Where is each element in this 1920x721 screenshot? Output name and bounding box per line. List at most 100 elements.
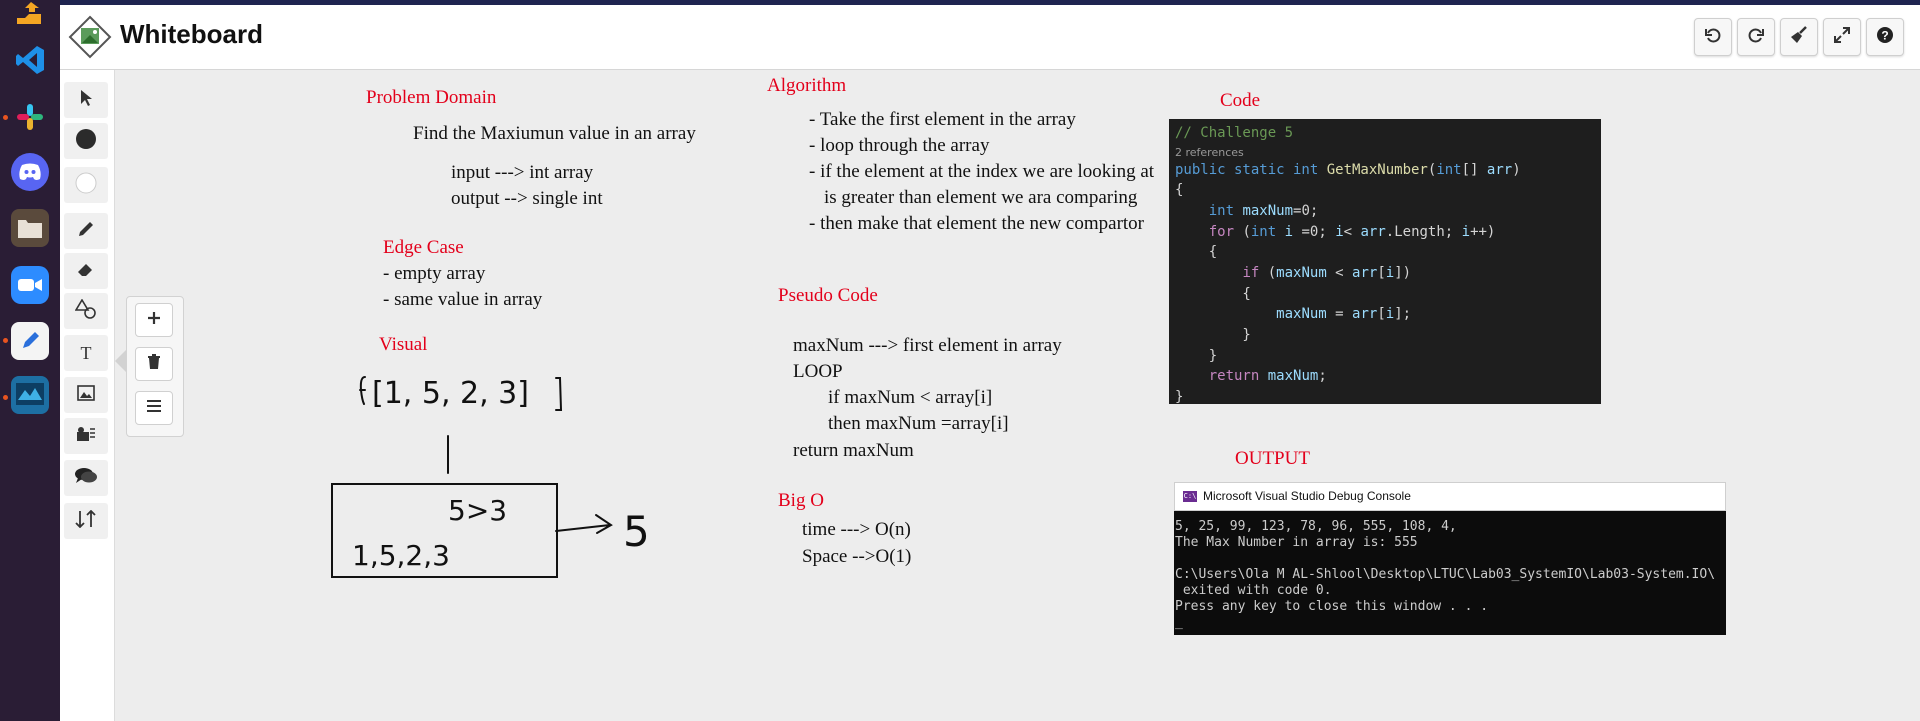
algorithm-step: is greater than element we ara comparing xyxy=(824,187,1138,208)
trash-icon xyxy=(147,353,161,375)
pencil-icon xyxy=(77,220,95,243)
visual-sketch: [1, 5, 2, 3] 5>3 1,5,2,3 5 xyxy=(331,376,650,578)
dock-text-editor-icon[interactable] xyxy=(11,322,49,360)
problem-input: input ---> int array xyxy=(451,162,594,183)
big-o-space: Space -->O(1) xyxy=(802,546,912,567)
white-ink-tool[interactable] xyxy=(64,167,108,203)
big-o-time: time ---> O(n) xyxy=(802,519,911,540)
object-popover xyxy=(126,296,184,437)
app-logo xyxy=(68,15,112,59)
dock-zoom-icon[interactable] xyxy=(11,266,49,304)
dock xyxy=(0,0,60,721)
image-text-tool[interactable] xyxy=(64,418,108,454)
algorithm-step: - then make that element the new compart… xyxy=(809,213,1145,234)
fullscreen-button[interactable] xyxy=(1823,18,1861,56)
edge-case-item: - same value in array xyxy=(383,289,543,310)
problem-output: output --> single int xyxy=(451,188,603,209)
dock-indicator xyxy=(3,115,8,120)
expand-icon xyxy=(1833,26,1851,49)
eraser-icon xyxy=(77,261,95,282)
dock-discord-icon[interactable] xyxy=(11,153,49,191)
cursor-icon xyxy=(78,89,94,112)
pseudo-code-line: then maxNum =array[i] xyxy=(828,413,1009,434)
dock-indicator xyxy=(3,338,8,343)
debug-console-window: C:\ Microsoft Visual Studio Debug Consol… xyxy=(1174,482,1726,635)
sketch-result-text: 5 xyxy=(623,507,650,556)
text-tool[interactable]: T xyxy=(64,335,108,371)
help-button[interactable]: ? xyxy=(1866,18,1904,56)
code-line: { xyxy=(1175,182,1184,198)
pseudo-code-heading: Pseudo Code xyxy=(778,285,878,306)
delete-button[interactable] xyxy=(135,347,173,381)
black-circle-icon xyxy=(74,127,98,156)
chat-icon xyxy=(74,466,98,491)
code-line: } xyxy=(1175,389,1184,405)
edge-case-item: - empty array xyxy=(383,263,486,284)
problem-statement: Find the Maxiumun value in an array xyxy=(413,123,696,144)
algorithm-step: - loop through the array xyxy=(809,135,990,156)
code-signature: public static int GetMaxNumber(int[] arr… xyxy=(1175,162,1521,178)
code-line: } xyxy=(1175,348,1218,364)
app-title: Whiteboard xyxy=(120,19,263,49)
sketch-comparison-text: 5>3 xyxy=(448,494,507,527)
undo-button[interactable] xyxy=(1694,18,1732,56)
dock-whiteboard-app-icon[interactable] xyxy=(11,376,49,414)
code-line: { xyxy=(1175,244,1218,260)
shapes-icon xyxy=(74,297,97,324)
broom-icon xyxy=(1790,25,1808,49)
popover-arrow xyxy=(115,350,126,372)
select-tool[interactable] xyxy=(64,82,108,118)
console-app-icon: C:\ xyxy=(1183,491,1197,502)
image-text-icon xyxy=(76,426,96,447)
code-line: for (int i =0; i< arr.Length; i++) xyxy=(1208,224,1496,240)
add-button[interactable] xyxy=(135,303,173,337)
plus-icon xyxy=(147,311,161,330)
console-title: Microsoft Visual Studio Debug Console xyxy=(1203,489,1411,503)
image-tool[interactable] xyxy=(64,377,108,413)
menu-button[interactable] xyxy=(135,391,173,425)
pencil-tool[interactable] xyxy=(64,213,108,249)
black-ink-tool[interactable] xyxy=(64,123,108,159)
algorithm-step: - if the element at the index we are loo… xyxy=(809,161,1155,182)
help-icon: ? xyxy=(1876,26,1894,49)
sort-tool[interactable] xyxy=(64,503,108,539)
tool-bar: T xyxy=(60,70,115,721)
sketch-array-text: [1, 5, 2, 3] xyxy=(372,376,529,411)
clear-board-button[interactable] xyxy=(1780,18,1818,56)
dock-file-manager-icon[interactable] xyxy=(11,209,49,247)
chat-tool[interactable] xyxy=(64,460,108,496)
code-line: { xyxy=(1175,286,1251,302)
code-heading: Code xyxy=(1220,90,1261,111)
pseudo-code-line: LOOP xyxy=(793,361,843,382)
shapes-tool[interactable] xyxy=(64,293,108,329)
console-title-bar: C:\ Microsoft Visual Studio Debug Consol… xyxy=(1174,482,1726,511)
pseudo-code-line: maxNum ---> first element in array xyxy=(793,335,1062,356)
sketch-array-box-text: 1,5,2,3 xyxy=(352,539,450,572)
dock-vscode-icon[interactable] xyxy=(11,41,49,79)
output-heading: OUTPUT xyxy=(1235,448,1310,469)
big-o-heading: Big O xyxy=(778,490,824,511)
redo-button[interactable] xyxy=(1737,18,1775,56)
console-line: Press any key to close this window . . . xyxy=(1175,599,1489,614)
text-icon: T xyxy=(80,342,92,363)
console-cursor: _ xyxy=(1175,615,1183,630)
redo-icon xyxy=(1747,26,1765,49)
console-line: exited with code 0. xyxy=(1175,583,1332,598)
algorithm-heading: Algorithm xyxy=(767,75,847,96)
code-line: if (maxNum < arr[i]) xyxy=(1242,265,1412,281)
dock-files-folder-icon[interactable] xyxy=(11,0,49,32)
dock-indicator xyxy=(3,395,8,400)
code-line: maxNum = arr[i]; xyxy=(1276,306,1412,322)
edge-case-heading: Edge Case xyxy=(383,237,464,258)
dock-slack-icon[interactable] xyxy=(11,98,49,136)
image-icon xyxy=(77,384,95,406)
code-references: 2 references xyxy=(1175,146,1244,159)
code-comment: // Challenge 5 xyxy=(1175,125,1294,141)
eraser-tool[interactable] xyxy=(64,253,108,289)
problem-domain-heading: Problem Domain xyxy=(366,87,497,108)
code-snippet: // Challenge 5 2 references public stati… xyxy=(1169,119,1601,405)
svg-text:?: ? xyxy=(1881,28,1888,42)
visual-heading: Visual xyxy=(379,334,428,355)
code-line: return maxNum; xyxy=(1208,368,1327,384)
pseudo-code-line: return maxNum xyxy=(793,440,914,461)
